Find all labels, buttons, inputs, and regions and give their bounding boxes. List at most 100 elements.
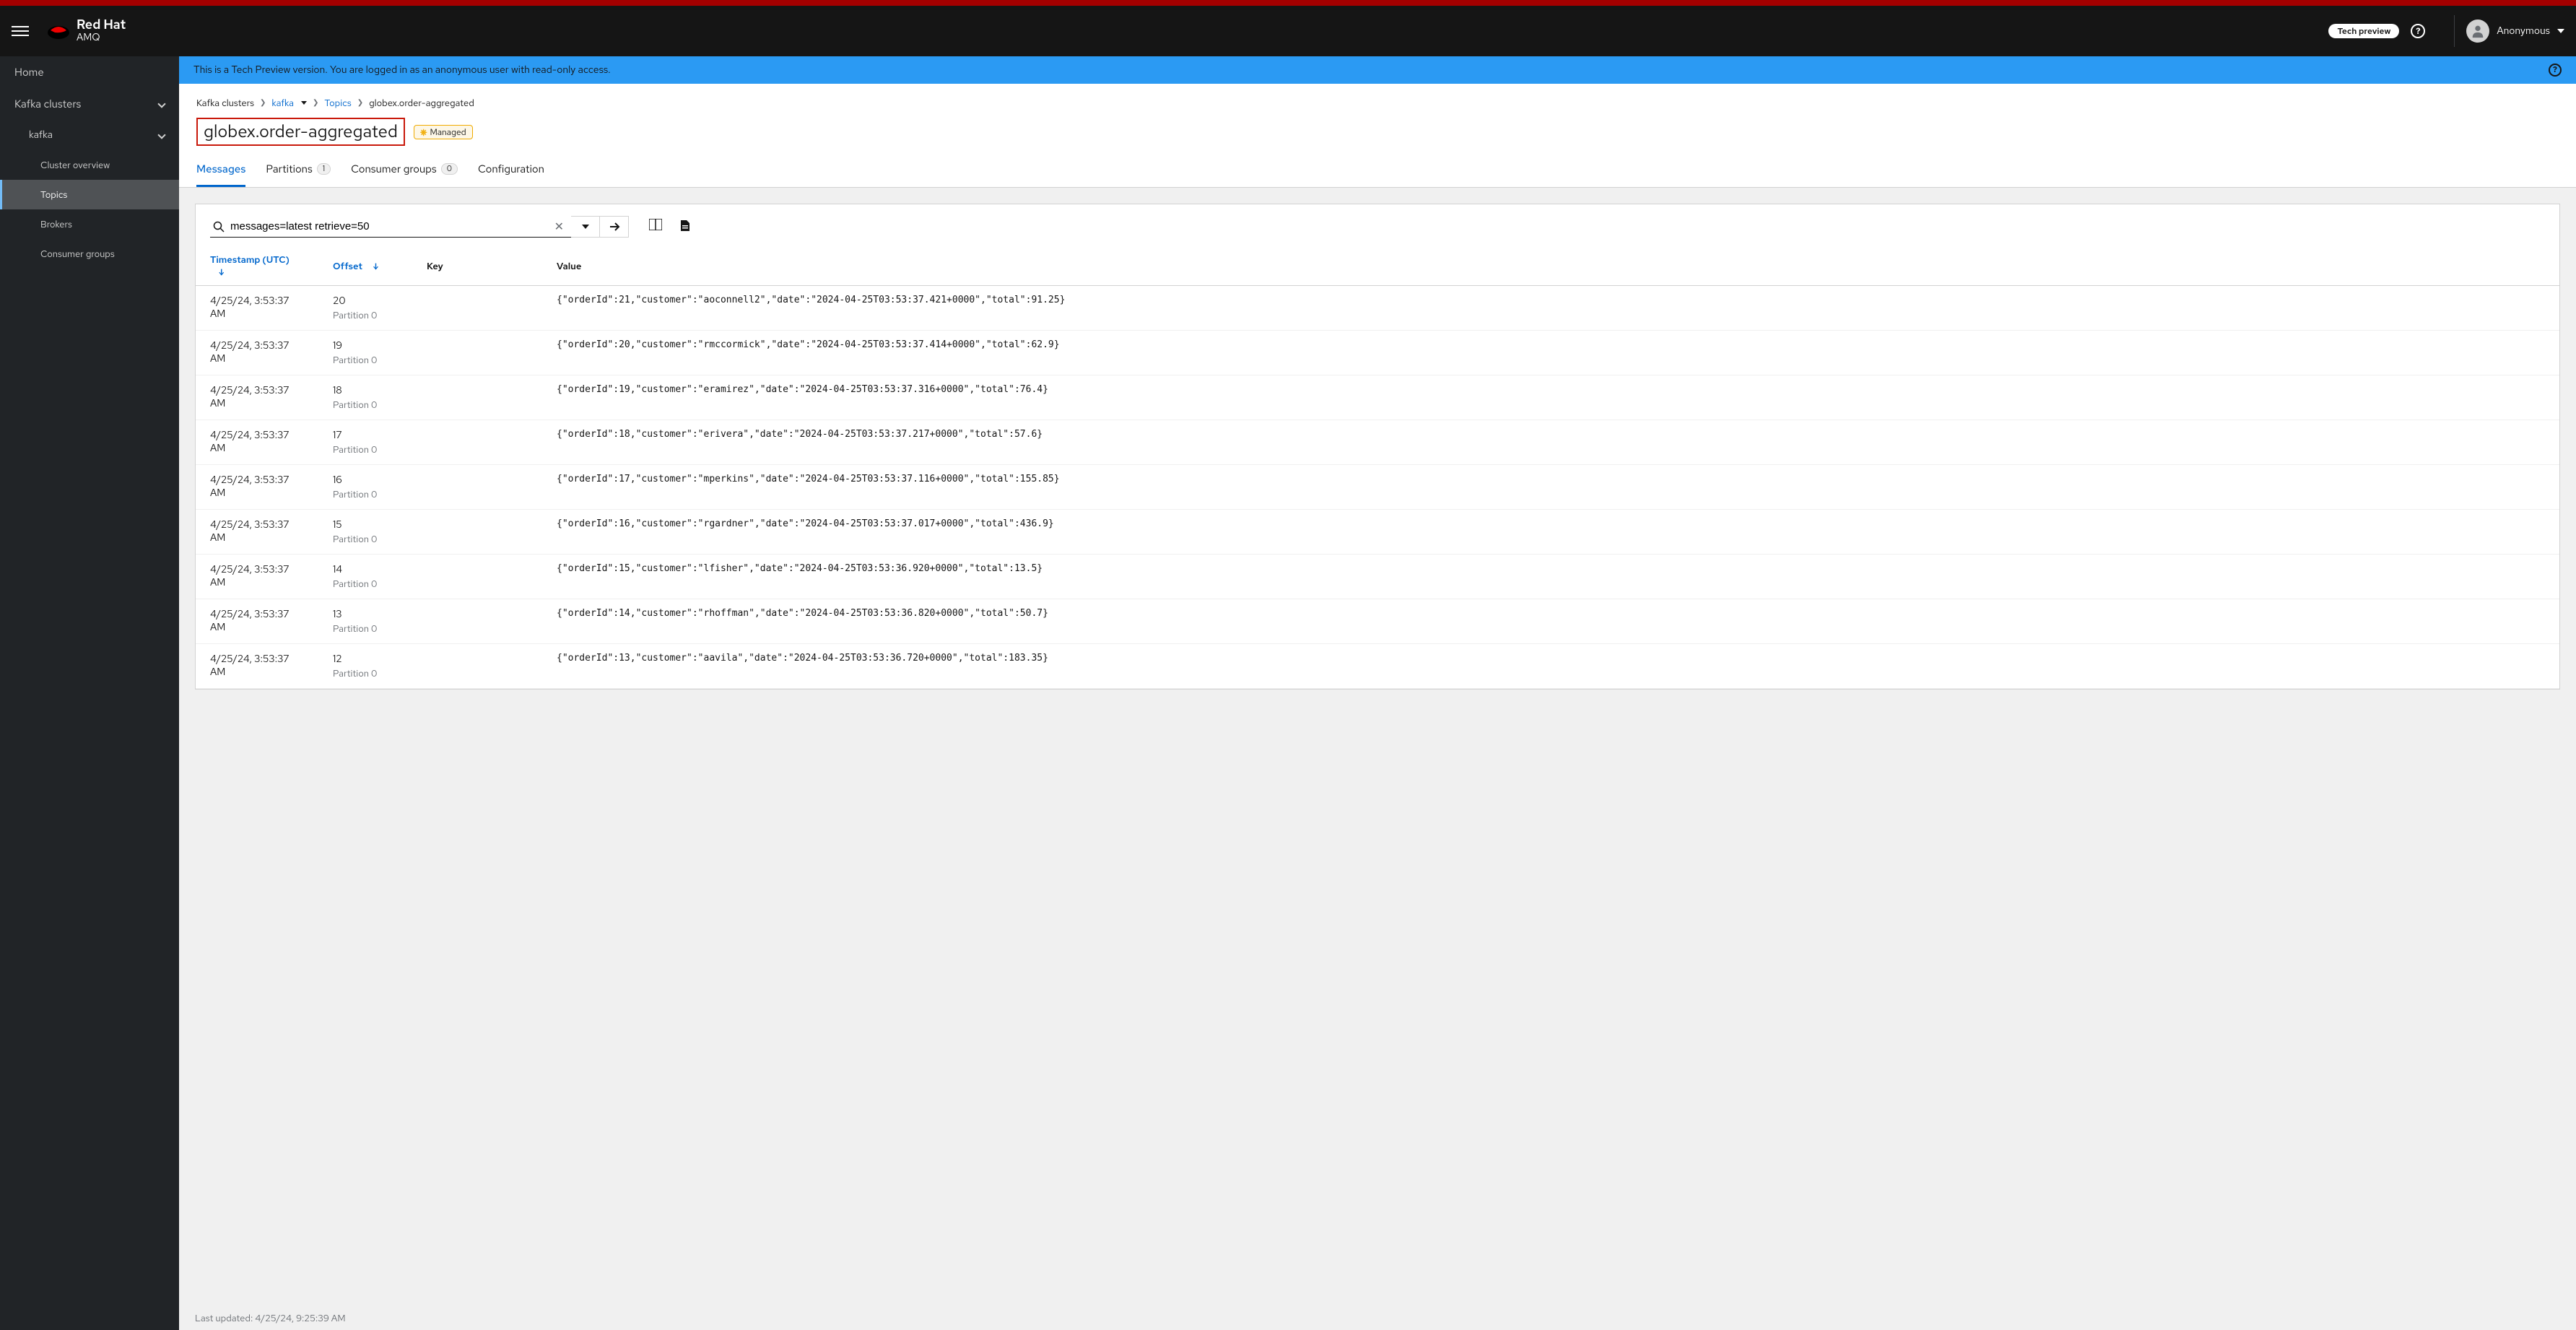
cell-timestamp: 4/25/24, 3:53:37 AM bbox=[196, 375, 318, 420]
search-box: ✕ bbox=[210, 216, 571, 238]
cell-key bbox=[412, 420, 542, 465]
consumer-groups-count-badge: 0 bbox=[441, 163, 458, 175]
table-row[interactable]: 4/25/24, 3:53:37 AM12Partition 0 {"orderI… bbox=[196, 644, 2559, 689]
chevron-right-icon: ❯ bbox=[260, 98, 266, 108]
cell-value: {"orderId":14,"customer":"rhoffman","dat… bbox=[542, 599, 2559, 644]
sidebar-item-kafka-clusters[interactable]: Kafka clusters bbox=[0, 88, 179, 120]
cell-key bbox=[412, 555, 542, 599]
redhat-icon bbox=[46, 22, 71, 40]
search-submit-button[interactable] bbox=[600, 216, 629, 238]
sidebar-item-brokers[interactable]: Brokers bbox=[0, 209, 179, 239]
sidebar-item-cluster-overview[interactable]: Cluster overview bbox=[0, 150, 179, 180]
sidebar-item-home[interactable]: Home bbox=[0, 56, 179, 88]
user-name: Anonymous bbox=[2497, 25, 2550, 38]
search-input[interactable] bbox=[230, 220, 550, 232]
table-row[interactable]: 4/25/24, 3:53:37 AM19Partition 0 {"orderI… bbox=[196, 331, 2559, 375]
table-row[interactable]: 4/25/24, 3:53:37 AM13Partition 0 {"orderI… bbox=[196, 599, 2559, 644]
table-row[interactable]: 4/25/24, 3:53:37 AM14Partition 0 {"orderI… bbox=[196, 555, 2559, 599]
sidebar-item-cluster[interactable]: kafka bbox=[0, 120, 179, 150]
brand-logo[interactable]: Red Hat AMQ bbox=[46, 18, 126, 43]
tab-messages[interactable]: Messages bbox=[196, 156, 245, 187]
cell-timestamp: 4/25/24, 3:53:37 AM bbox=[196, 331, 318, 375]
toolbar: ✕ bbox=[196, 204, 2559, 243]
sidebar-item-topics[interactable]: Topics bbox=[0, 180, 179, 209]
table-row[interactable]: 4/25/24, 3:53:37 AM18Partition 0 {"orderI… bbox=[196, 375, 2559, 420]
cell-offset: 18Partition 0 bbox=[318, 375, 412, 420]
cell-timestamp: 4/25/24, 3:53:37 AM bbox=[196, 599, 318, 644]
cell-timestamp: 4/25/24, 3:53:37 AM bbox=[196, 555, 318, 599]
banner-text: This is a Tech Preview version. You are … bbox=[193, 64, 611, 77]
managed-icon: ⎈ bbox=[420, 126, 427, 138]
cell-value: {"orderId":16,"customer":"rgardner","dat… bbox=[542, 510, 2559, 555]
info-icon[interactable]: ? bbox=[2549, 64, 2562, 77]
table-row[interactable]: 4/25/24, 3:53:37 AM15Partition 0 {"orderI… bbox=[196, 510, 2559, 555]
last-updated-text: Last updated: 4/25/24, 9:25:39 AM bbox=[195, 1312, 346, 1324]
help-icon[interactable]: ? bbox=[2411, 24, 2425, 38]
info-banner: This is a Tech Preview version. You are … bbox=[179, 56, 2576, 84]
cell-value: {"orderId":21,"customer":"aoconnell2","d… bbox=[542, 286, 2559, 331]
col-offset[interactable]: Offset ↓ bbox=[318, 243, 412, 286]
cell-key bbox=[412, 644, 542, 689]
cell-key bbox=[412, 286, 542, 331]
cell-value: {"orderId":20,"customer":"rmccormick","d… bbox=[542, 331, 2559, 375]
cell-offset: 19Partition 0 bbox=[318, 331, 412, 375]
col-key[interactable]: Key bbox=[412, 243, 542, 286]
managed-badge: ⎈ Managed bbox=[414, 125, 473, 139]
chevron-right-icon: ❯ bbox=[357, 98, 363, 108]
col-value[interactable]: Value bbox=[542, 243, 2559, 286]
sort-desc-icon: ↓ bbox=[219, 266, 225, 278]
cell-offset: 16Partition 0 bbox=[318, 465, 412, 510]
cell-timestamp: 4/25/24, 3:53:37 AM bbox=[196, 420, 318, 465]
cell-value: {"orderId":19,"customer":"eramirez","dat… bbox=[542, 375, 2559, 420]
col-timestamp[interactable]: Timestamp (UTC) ↓ bbox=[196, 243, 318, 286]
masthead-divider bbox=[2454, 15, 2455, 47]
tabs: Messages Partitions 1 Consumer groups 0 … bbox=[196, 156, 2559, 187]
tab-consumer-groups[interactable]: Consumer groups 0 bbox=[351, 156, 458, 187]
masthead: Red Hat AMQ Tech preview ? Anonymous bbox=[0, 6, 2576, 56]
partitions-count-badge: 1 bbox=[317, 163, 331, 175]
cell-value: {"orderId":13,"customer":"aavila","date"… bbox=[542, 644, 2559, 689]
columns-icon[interactable] bbox=[649, 219, 662, 235]
cell-timestamp: 4/25/24, 3:53:37 AM bbox=[196, 510, 318, 555]
table-row[interactable]: 4/25/24, 3:53:37 AM16Partition 0{"orderI… bbox=[196, 465, 2559, 510]
clear-search-button[interactable]: ✕ bbox=[550, 219, 568, 234]
cell-offset: 12Partition 0 bbox=[318, 644, 412, 689]
cell-offset: 20Partition 0 bbox=[318, 286, 412, 331]
download-icon[interactable] bbox=[679, 219, 691, 235]
cell-key bbox=[412, 599, 542, 644]
breadcrumb: Kafka clusters ❯ kafka ❯ Topics ❯ globex… bbox=[196, 97, 2559, 109]
tab-configuration[interactable]: Configuration bbox=[478, 156, 544, 187]
cell-timestamp: 4/25/24, 3:53:37 AM bbox=[196, 465, 318, 510]
chevron-down-icon bbox=[157, 100, 165, 108]
tech-preview-badge: Tech preview bbox=[2328, 24, 2399, 38]
breadcrumb-cluster[interactable]: kafka bbox=[271, 97, 294, 109]
page-header: Kafka clusters ❯ kafka ❯ Topics ❯ globex… bbox=[179, 84, 2576, 188]
chevron-down-icon bbox=[157, 131, 165, 139]
menu-toggle-button[interactable] bbox=[12, 22, 29, 40]
sort-desc-icon: ↓ bbox=[373, 261, 379, 272]
chevron-down-icon bbox=[2557, 29, 2564, 33]
cell-offset: 17Partition 0 bbox=[318, 420, 412, 465]
user-menu-toggle[interactable]: Anonymous bbox=[2466, 19, 2564, 43]
search-options-button[interactable] bbox=[571, 216, 600, 238]
breadcrumb-section[interactable]: Topics bbox=[324, 97, 351, 109]
messages-card: ✕ bbox=[195, 204, 2560, 690]
product-text: AMQ bbox=[77, 32, 126, 43]
cell-timestamp: 4/25/24, 3:53:37 AM bbox=[196, 644, 318, 689]
breadcrumb-root[interactable]: Kafka clusters bbox=[196, 97, 254, 109]
sidebar: Home Kafka clusters kafka Cluster overvi… bbox=[0, 56, 179, 1330]
tab-partitions[interactable]: Partitions 1 bbox=[266, 156, 331, 187]
sidebar-item-consumer-groups[interactable]: Consumer groups bbox=[0, 239, 179, 269]
cell-key bbox=[412, 465, 542, 510]
table-row[interactable]: 4/25/24, 3:53:37 AM17Partition 0{"orderI… bbox=[196, 420, 2559, 465]
caret-down-icon[interactable] bbox=[301, 101, 307, 105]
messages-table: Timestamp (UTC) ↓ Offset ↓ Key bbox=[196, 243, 2559, 689]
table-row[interactable]: 4/25/24, 3:53:37 AM20Partition 0 {"orderI… bbox=[196, 286, 2559, 331]
cell-key bbox=[412, 375, 542, 420]
cell-offset: 15Partition 0 bbox=[318, 510, 412, 555]
cell-offset: 14Partition 0 bbox=[318, 555, 412, 599]
cell-timestamp: 4/25/24, 3:53:37 AM bbox=[196, 286, 318, 331]
main-content: This is a Tech Preview version. You are … bbox=[179, 56, 2576, 1330]
cell-value: {"orderId":15,"customer":"lfisher","date… bbox=[542, 555, 2559, 599]
cell-offset: 13Partition 0 bbox=[318, 599, 412, 644]
